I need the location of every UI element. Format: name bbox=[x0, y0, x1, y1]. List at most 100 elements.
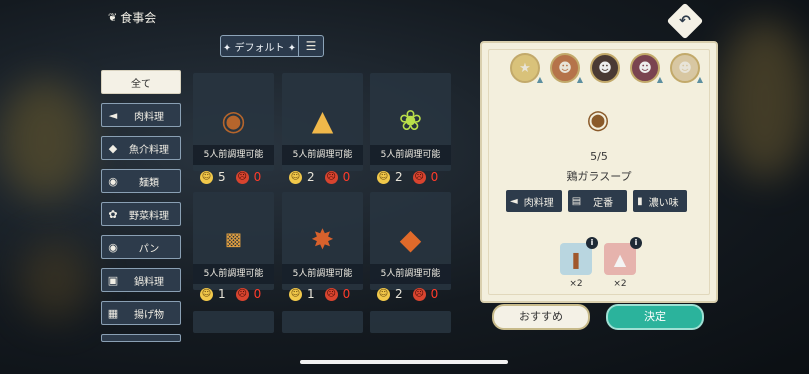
recipe-card[interactable]: ▩ 5人前調理可能 bbox=[193, 192, 274, 290]
frown-icon: ☹ bbox=[412, 287, 426, 301]
category-fried[interactable]: ▦ 揚げ物 bbox=[101, 301, 181, 325]
ingredient-qty: ×2 bbox=[569, 279, 583, 289]
info-icon[interactable]: i bbox=[586, 237, 598, 249]
recipe-score: ☺ 2 ☹ 0 bbox=[289, 170, 350, 184]
tag-label: 濃い味 bbox=[648, 197, 679, 209]
bad-count: 0 bbox=[342, 287, 351, 301]
character-avatar[interactable]: ★ ▲ bbox=[510, 53, 543, 84]
category-label: パン bbox=[138, 243, 160, 255]
recipe-card[interactable] bbox=[370, 311, 451, 333]
confirm-button[interactable]: 決定 bbox=[606, 304, 704, 330]
back-button[interactable]: ↶ bbox=[666, 2, 704, 40]
recipe-detail-panel: ★ ▲ ☻ ▲ ☻ ☻ ▲ ☻ ▲ ◉ 5/5 鶏ガラスープ ◄ 肉料理 ▤ 定番 ▮ 濃い味… bbox=[480, 41, 718, 303]
frown-icon: ☹ bbox=[324, 170, 338, 184]
recipe-status: 5人前調理可能 bbox=[193, 145, 274, 165]
category-meat[interactable]: ◄ 肉料理 bbox=[101, 103, 181, 127]
bad-count: 0 bbox=[430, 287, 439, 301]
ingredient-salt[interactable]: ▲ i ×2 bbox=[604, 237, 642, 289]
book-icon: ▤ bbox=[571, 195, 582, 207]
bad-count: 0 bbox=[342, 170, 351, 184]
good-count: 2 bbox=[395, 287, 403, 301]
recipe-status: 5人前調理可能 bbox=[193, 264, 274, 284]
category-seafood[interactable]: ◆ 魚介料理 bbox=[101, 136, 181, 160]
frown-icon: ☹ bbox=[235, 170, 249, 184]
bad-count: 0 bbox=[253, 170, 262, 184]
bad-count: 0 bbox=[430, 170, 439, 184]
category-vegetable[interactable]: ✿ 野菜料理 bbox=[101, 202, 181, 226]
category-bread[interactable]: ◉ パン bbox=[101, 235, 181, 259]
good-count: 5 bbox=[218, 170, 226, 184]
bad-count: 0 bbox=[253, 287, 262, 301]
tag-label: 定番 bbox=[593, 197, 614, 209]
fried-shrimp-icon: ◆ bbox=[399, 222, 422, 256]
category-label: 鍋料理 bbox=[134, 276, 164, 288]
category-label: 魚介料理 bbox=[129, 144, 169, 156]
sort-label[interactable]: ✦ デフォルト ✦ bbox=[221, 39, 298, 54]
recipe-status: 5人前調理可能 bbox=[370, 145, 451, 165]
smile-icon: ☺ bbox=[289, 287, 302, 301]
category-all[interactable]: 全て bbox=[101, 70, 181, 94]
recipe-status: 5人前調理可能 bbox=[282, 264, 363, 284]
recipe-card[interactable] bbox=[282, 311, 363, 333]
ingredient-row: ❚ i ×2 ▲ i ×2 bbox=[560, 237, 642, 289]
screen-title: ❦ 食事会 bbox=[108, 9, 156, 26]
steak-icon: ◉ bbox=[221, 103, 246, 137]
meat-icon: ◄ bbox=[510, 195, 518, 207]
recipe-score: ☺ 2 ☹ 0 bbox=[377, 287, 438, 301]
up-arrow-icon: ▲ bbox=[536, 75, 543, 84]
up-arrow-icon: ▲ bbox=[656, 75, 663, 84]
tag-row: ◄ 肉料理 ▤ 定番 ▮ 濃い味 bbox=[506, 190, 687, 212]
tag-label: 肉料理 bbox=[523, 197, 554, 209]
category-label: 全て bbox=[131, 78, 151, 90]
good-count: 2 bbox=[395, 170, 403, 184]
recipe-score: ☺ 1 ☹ 0 bbox=[289, 287, 350, 301]
recipe-card[interactable]: ◆ 5人前調理可能 bbox=[370, 192, 451, 290]
recipe-card[interactable]: ▲ 5人前調理可能 bbox=[282, 73, 363, 171]
tag-rich-flavor: ▮ 濃い味 bbox=[633, 190, 687, 212]
recipe-card[interactable]: ◉ 5人前調理可能 bbox=[193, 73, 274, 171]
category-next[interactable] bbox=[101, 334, 181, 342]
sort-bar[interactable]: ✦ デフォルト ✦ ☰ bbox=[220, 35, 324, 57]
category-pot[interactable]: ▣ 鍋料理 bbox=[101, 268, 181, 292]
plus-icon: ✦ bbox=[222, 42, 232, 54]
tag-standard: ▤ 定番 bbox=[567, 190, 628, 212]
sort-value: デフォルト bbox=[234, 42, 285, 54]
serving-count: 5/5 bbox=[590, 150, 608, 163]
recipe-card[interactable]: ❀ 5人前調理可能 bbox=[370, 73, 451, 171]
frown-icon: ☹ bbox=[412, 170, 426, 184]
bottle-icon: ▮ bbox=[637, 195, 643, 207]
salt-icon: ▲ bbox=[613, 249, 627, 269]
fried-icon: ▦ bbox=[107, 306, 119, 320]
recipe-card[interactable] bbox=[193, 311, 274, 333]
character-avatar[interactable]: ☻ ▲ bbox=[630, 53, 663, 84]
info-icon[interactable]: i bbox=[630, 237, 642, 249]
category-label: 麺類 bbox=[139, 177, 159, 189]
background-light bbox=[720, 20, 809, 180]
recipe-score: ☺ 2 ☹ 0 bbox=[377, 170, 438, 184]
background-light bbox=[20, 240, 90, 320]
bread-icon: ◉ bbox=[108, 240, 118, 254]
ingredient-chicken-bone[interactable]: ❚ i ×2 bbox=[560, 237, 598, 289]
recommend-button[interactable]: おすすめ bbox=[492, 304, 590, 330]
character-avatar[interactable]: ☻ ▲ bbox=[670, 53, 703, 84]
category-noodles[interactable]: ◉ 麺類 bbox=[101, 169, 181, 193]
screen-title-label: 食事会 bbox=[120, 11, 157, 25]
back-arrow-icon: ↶ bbox=[679, 13, 691, 29]
meat-icon: ◄ bbox=[108, 108, 118, 122]
category-list: 全て ◄ 肉料理 ◆ 魚介料理 ◉ 麺類 ✿ 野菜料理 ◉ パン ▣ 鍋料理 ▦ 揚げ物 bbox=[101, 70, 181, 351]
category-label: 揚げ物 bbox=[134, 309, 164, 321]
cake-icon: ▲ bbox=[311, 103, 334, 137]
character-row: ★ ▲ ☻ ▲ ☻ ☻ ▲ ☻ ▲ bbox=[510, 53, 703, 84]
character-avatar[interactable]: ☻ ▲ bbox=[550, 53, 583, 84]
character-avatar[interactable]: ☻ bbox=[590, 53, 620, 83]
drink-icon: ▩ bbox=[224, 228, 242, 250]
smile-icon: ☺ bbox=[200, 287, 213, 301]
recipe-card[interactable]: ✸ 5人前調理可能 bbox=[282, 192, 363, 290]
frown-icon: ☹ bbox=[324, 287, 338, 301]
home-indicator[interactable] bbox=[300, 360, 508, 364]
vegetable-icon: ✿ bbox=[108, 207, 118, 221]
seafood-icon: ✸ bbox=[310, 222, 335, 256]
list-icon[interactable]: ☰ bbox=[298, 36, 323, 56]
recipe-status: 5人前調理可能 bbox=[282, 145, 363, 165]
pot-icon: ▣ bbox=[107, 273, 119, 287]
